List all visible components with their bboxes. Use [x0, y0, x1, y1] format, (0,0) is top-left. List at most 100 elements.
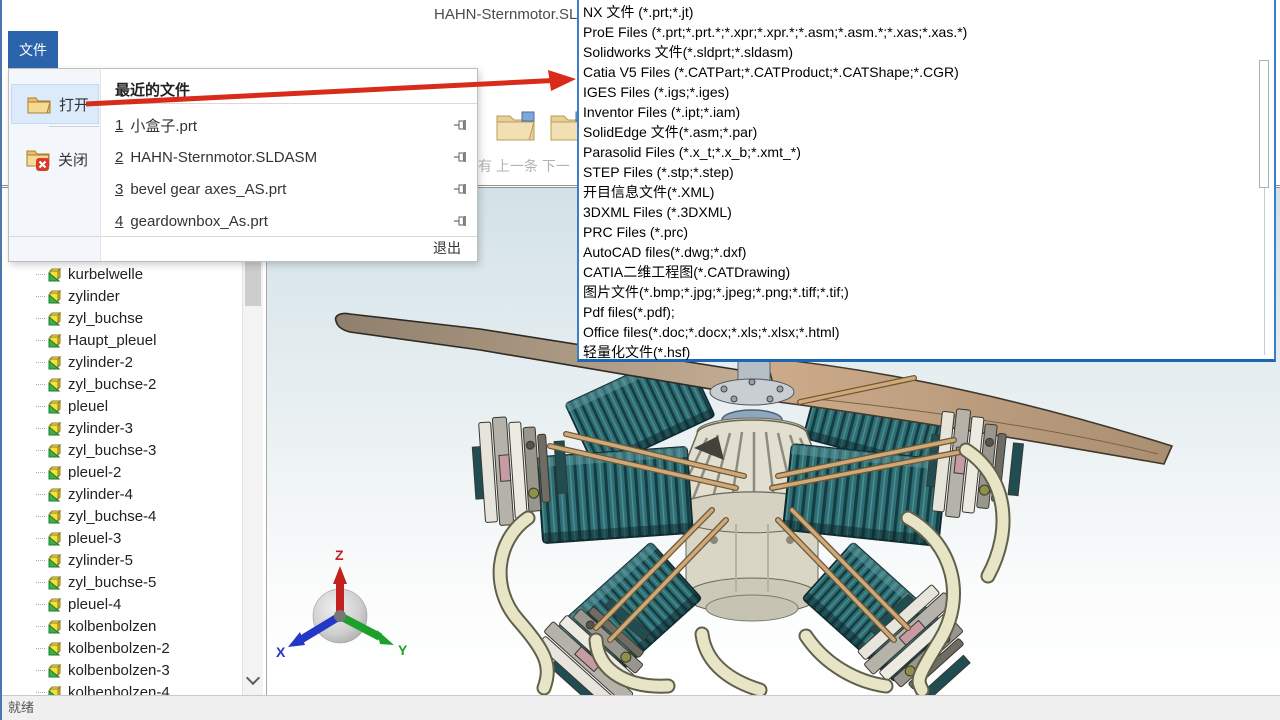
tree-item[interactable]: zyl_buchse-2	[0, 373, 266, 395]
menu-item-close-label: 关闭	[58, 149, 88, 170]
file-type-option[interactable]: STEP Files (*.stp;*.step)	[579, 162, 1274, 182]
tree-connector	[36, 648, 45, 649]
file-type-option[interactable]: Catia V5 Files (*.CATPart;*.CATProduct;*…	[579, 62, 1274, 82]
tree-item[interactable]: pleuel-3	[0, 527, 266, 549]
pushpin-icon[interactable]	[453, 214, 467, 228]
tree-scrollbar[interactable]	[242, 255, 263, 695]
file-type-option[interactable]: Pdf files(*.pdf);	[579, 302, 1274, 322]
file-type-option[interactable]: Solidworks 文件(*.sldprt;*.sldasm)	[579, 42, 1274, 62]
recent-file-name: bevel gear axes_AS.prt	[130, 181, 286, 198]
recent-file-item[interactable]: 1 小盒子.prt	[101, 109, 477, 141]
tree-connector	[36, 472, 45, 473]
part-cube-icon	[47, 618, 63, 634]
part-cube-icon	[47, 442, 63, 458]
tree-item[interactable]: zyl_buchse	[0, 307, 266, 329]
tree-item[interactable]: zyl_buchse-3	[0, 439, 266, 461]
menu-footer: 退出	[9, 236, 477, 261]
part-cube-icon	[47, 310, 63, 326]
part-cube-icon	[47, 486, 63, 502]
tree-item[interactable]: zylinder-3	[0, 417, 266, 439]
tree-item[interactable]: kurbelwelle	[0, 263, 266, 285]
recent-file-item[interactable]: 3 bevel gear axes_AS.prt	[101, 173, 477, 205]
file-type-option[interactable]: 轻量化文件(*.hsf)	[579, 342, 1274, 362]
file-type-option[interactable]: CATIA二维工程图(*.CATDrawing)	[579, 262, 1274, 282]
tree-connector	[36, 538, 45, 539]
tree-item[interactable]: kolbenbolzen-2	[0, 637, 266, 659]
tab-file-label: 文件	[19, 40, 47, 60]
tree-item[interactable]: zyl_buchse-5	[0, 571, 266, 593]
file-type-option[interactable]: 3DXML Files (*.3DXML)	[579, 202, 1274, 222]
tree-item[interactable]: zylinder	[0, 285, 266, 307]
menu-item-open[interactable]: 打开	[11, 84, 99, 124]
tree-connector	[36, 516, 45, 517]
tree-connector	[36, 318, 45, 319]
tree-item[interactable]: pleuel-2	[0, 461, 266, 483]
part-cube-icon	[47, 508, 63, 524]
recent-file-item[interactable]: 4 geardownbox_As.prt	[101, 205, 477, 237]
part-cube-icon	[47, 420, 63, 436]
tree-connector	[36, 604, 45, 605]
part-cube-icon	[47, 464, 63, 480]
tree-connector	[36, 450, 45, 451]
file-type-option[interactable]: Parasolid Files (*.x_t;*.x_b;*.xmt_*)	[579, 142, 1274, 162]
file-type-option[interactable]: 图片文件(*.bmp;*.jpg;*.jpeg;*.png;*.tiff;*.t…	[579, 282, 1274, 302]
part-cube-icon	[47, 354, 63, 370]
exit-button[interactable]: 退出	[433, 240, 461, 256]
file-type-options: NX 文件 (*.prt;*.jt) ProE Files (*.prt;*.p…	[579, 2, 1274, 362]
part-cube-icon	[47, 530, 63, 546]
tree-item[interactable]: zylinder-5	[0, 549, 266, 571]
tree-item[interactable]: kolbenbolzen-4	[0, 681, 266, 695]
tree-connector	[36, 406, 45, 407]
file-type-option[interactable]: AutoCAD files(*.dwg;*.dxf)	[579, 242, 1274, 262]
tree-item[interactable]: zylinder-2	[0, 351, 266, 373]
file-type-option[interactable]: PRC Files (*.prc)	[579, 222, 1274, 242]
pushpin-icon[interactable]	[453, 150, 467, 164]
file-type-option[interactable]: SolidEdge 文件(*.asm;*.par)	[579, 122, 1274, 142]
tree-item[interactable]: pleuel-4	[0, 593, 266, 615]
dropdown-scrollbar-thumb[interactable]	[1259, 60, 1269, 188]
pushpin-icon[interactable]	[453, 118, 467, 132]
tree-connector	[36, 428, 45, 429]
menu-item-close[interactable]: 关闭	[11, 139, 99, 179]
part-cube-icon	[47, 288, 63, 304]
part-cube-icon	[47, 552, 63, 568]
part-cube-icon	[47, 398, 63, 414]
recent-files-list: 1 小盒子.prt 2 HAHN-Sternmotor.SLDASM	[101, 109, 477, 237]
tree-scrollbar-thumb[interactable]	[245, 262, 261, 306]
tab-file[interactable]: 文件	[8, 31, 58, 68]
tree-item[interactable]: zyl_buchse-4	[0, 505, 266, 527]
tree-item[interactable]: pleuel	[0, 395, 266, 417]
file-type-option[interactable]: Office files(*.doc;*.docx;*.xls;*.xlsx;*…	[579, 322, 1274, 342]
part-cube-icon	[47, 596, 63, 612]
open-folder-icon	[26, 94, 52, 115]
menu-item-open-label: 打开	[59, 94, 89, 115]
axis-x-label: X	[276, 644, 286, 660]
file-type-option[interactable]: ProE Files (*.prt;*.prt.*;*.xpr;*.xpr.*;…	[579, 22, 1274, 42]
tree-connector	[36, 692, 45, 693]
file-type-option[interactable]: NX 文件 (*.prt;*.jt)	[579, 2, 1274, 22]
window-title: HAHN-Sternmotor.SL	[434, 6, 577, 23]
file-type-option[interactable]: IGES Files (*.igs;*.iges)	[579, 82, 1274, 102]
tree-item[interactable]: Haupt_pleuel	[0, 329, 266, 351]
tree-connector	[36, 626, 45, 627]
recent-files-section: 最近的文件 1 小盒子.prt 2	[101, 69, 477, 236]
ribbon-prev-next-buttons[interactable]: 有 上一条 下一	[478, 156, 577, 176]
tree-connector	[36, 494, 45, 495]
part-cube-icon	[47, 662, 63, 678]
tree-item[interactable]: kolbenbolzen-3	[0, 659, 266, 681]
recent-file-item[interactable]: 2 HAHN-Sternmotor.SLDASM	[101, 141, 477, 173]
window-border	[0, 0, 2, 720]
tree-connector	[36, 384, 45, 385]
pushpin-icon[interactable]	[453, 182, 467, 196]
file-menu-panel: 打开 关闭 最近的文件 1 小盒子.prt	[8, 68, 478, 262]
tree-connector	[36, 362, 45, 363]
file-type-option[interactable]: 开目信息文件(*.XML)	[579, 182, 1274, 202]
tree-item[interactable]: zylinder-4	[0, 483, 266, 505]
file-type-option[interactable]: Inventor Files (*.ipt;*.iam)	[579, 102, 1274, 122]
close-folder-icon	[25, 148, 51, 171]
axis-z-label: Z	[335, 547, 344, 563]
model-tree-panel: kurbelwelle zylinder	[0, 188, 267, 695]
tree-item[interactable]: kolbenbolzen	[0, 615, 266, 637]
toolbar-folder-icon[interactable]	[494, 108, 538, 144]
chevron-down-icon[interactable]	[246, 671, 260, 685]
